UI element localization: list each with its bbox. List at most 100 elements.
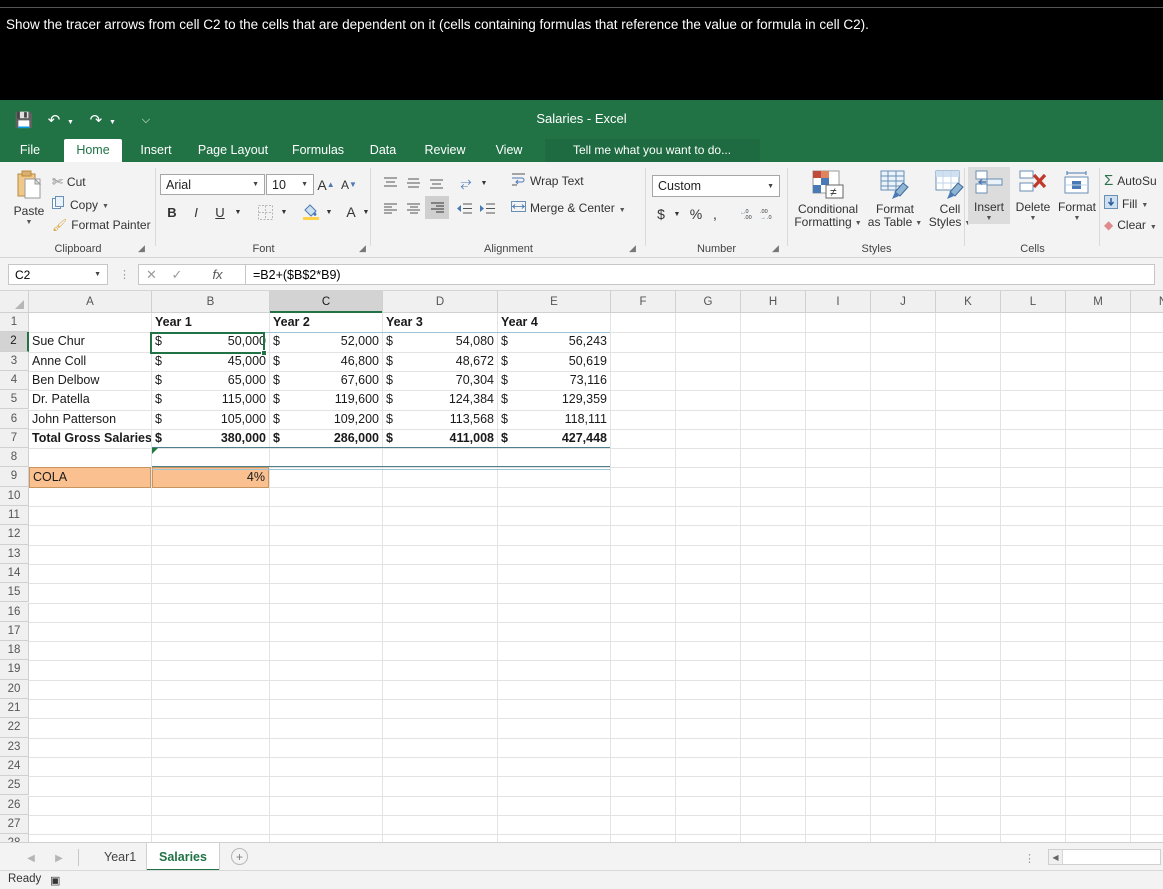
paste-dropdown-icon[interactable]: ▼ [26, 219, 33, 226]
column-header-L[interactable]: L [1001, 291, 1066, 313]
font-name-combo[interactable]: Arial ▼ [160, 174, 265, 195]
tab-insert[interactable]: Insert [130, 139, 182, 162]
cell-C2[interactable]: $52,000 [270, 332, 382, 351]
format-cells-button[interactable]: Format ▼ [1055, 170, 1099, 222]
row-header-15[interactable]: 15 [0, 583, 29, 603]
wrap-text-button[interactable]: Wrap Text [511, 172, 584, 190]
cell-E1[interactable]: Year 4 [498, 313, 610, 332]
fill-color-button[interactable] [300, 200, 322, 222]
cell-A2[interactable]: Sue Chur [29, 332, 151, 351]
shrink-font-button[interactable]: A ▼ [339, 175, 359, 194]
cell-B2[interactable]: $50,000 [152, 332, 269, 351]
column-header-I[interactable]: I [806, 291, 871, 313]
copy-dropdown-icon[interactable]: ▼ [102, 203, 109, 210]
column-header-K[interactable]: K [936, 291, 1001, 313]
cell-E7[interactable]: $427,448 [498, 429, 610, 448]
format-as-table-dropdown-icon[interactable]: ▼ [915, 220, 922, 227]
decrease-indent-button[interactable] [453, 198, 475, 218]
column-header-B[interactable]: B [152, 291, 270, 313]
cell-D6[interactable]: $113,568 [383, 410, 497, 429]
orientation-dropdown-icon[interactable]: ▼ [478, 177, 490, 189]
column-header-E[interactable]: E [498, 291, 611, 313]
row-header-25[interactable]: 25 [0, 776, 29, 796]
comma-format-button[interactable]: , [707, 204, 723, 224]
tab-data[interactable]: Data [360, 139, 406, 162]
cell-E3[interactable]: $50,619 [498, 352, 610, 371]
borders-dropdown-icon[interactable]: ▼ [278, 206, 290, 218]
conditional-formatting-button[interactable]: ≠ Conditional Formatting ▼ [792, 170, 864, 229]
insert-cells-button[interactable]: Insert ▼ [968, 167, 1010, 224]
number-dialog-launcher[interactable]: ◢ [772, 243, 779, 254]
increase-decimal-button[interactable]: ← .0.00 [733, 204, 755, 224]
bold-button[interactable]: B [162, 202, 182, 222]
tab-review[interactable]: Review [414, 139, 476, 162]
column-header-J[interactable]: J [871, 291, 936, 313]
row-header-26[interactable]: 26 [0, 795, 29, 815]
number-format-dropdown-icon[interactable]: ▼ [767, 183, 779, 190]
name-box[interactable]: C2 ▼ [8, 264, 108, 285]
column-header-H[interactable]: H [741, 291, 806, 313]
row-header-23[interactable]: 23 [0, 737, 29, 757]
underline-dropdown-icon[interactable]: ▼ [232, 206, 244, 218]
tell-me-search-box[interactable]: Tell me what you want to do... [545, 139, 760, 162]
select-all-corner[interactable] [0, 291, 29, 313]
number-format-combo[interactable]: Custom ▼ [652, 175, 780, 197]
column-header-A[interactable]: A [29, 291, 152, 313]
column-header-N[interactable]: N [1131, 291, 1163, 313]
cell-B5[interactable]: $115,000 [152, 390, 269, 409]
cell-B4[interactable]: $65,000 [152, 371, 269, 390]
row-header-28[interactable]: 28 [0, 834, 29, 842]
increase-indent-button[interactable] [476, 198, 498, 218]
horizontal-scrollbar[interactable]: ◀ [1048, 849, 1161, 865]
cell-C3[interactable]: $46,800 [270, 352, 382, 371]
row-header-19[interactable]: 19 [0, 660, 29, 680]
cell-E6[interactable]: $118,111 [498, 410, 610, 429]
cell-B6[interactable]: $105,000 [152, 410, 269, 429]
row-header-13[interactable]: 13 [0, 544, 29, 564]
cell-A5[interactable]: Dr. Patella [29, 390, 151, 409]
orientation-icon[interactable]: ⥂ [455, 172, 477, 192]
borders-button[interactable] [254, 202, 276, 222]
row-header-9[interactable]: 9 [0, 467, 29, 487]
name-box-dropdown-icon[interactable]: ▼ [94, 271, 101, 278]
clear-dropdown-icon[interactable]: ▼ [1150, 224, 1157, 231]
insert-cells-dropdown-icon[interactable]: ▼ [986, 215, 993, 222]
tab-home[interactable]: Home [64, 139, 122, 162]
row-header-20[interactable]: 20 [0, 679, 29, 699]
cell-E4[interactable]: $73,116 [498, 371, 610, 390]
cancel-icon[interactable]: ✕ [138, 264, 164, 285]
row-header-4[interactable]: 4 [0, 370, 29, 391]
cell-C5[interactable]: $119,600 [270, 390, 382, 409]
cell-C4[interactable]: $67,600 [270, 371, 382, 390]
scrollbar-handle-dots[interactable]: ⋮ [1024, 852, 1035, 865]
cell-B1[interactable]: Year 1 [152, 313, 269, 332]
enter-icon[interactable]: ✓ [164, 264, 190, 285]
row-header-17[interactable]: 17 [0, 621, 29, 642]
font-size-dropdown-icon[interactable]: ▼ [301, 181, 313, 188]
cell-D2[interactable]: $54,080 [383, 332, 497, 351]
row-header-10[interactable]: 10 [0, 486, 29, 506]
cut-button[interactable]: ✄ Cut [52, 174, 86, 190]
paste-button[interactable]: Paste ▼ [8, 170, 50, 226]
column-header-F[interactable]: F [611, 291, 676, 313]
percent-format-button[interactable]: % [687, 204, 705, 224]
copy-button[interactable]: Copy ▼ [52, 196, 109, 213]
italic-button[interactable]: I [186, 202, 206, 222]
column-header-C[interactable]: C [270, 291, 383, 313]
underline-button[interactable]: U [210, 202, 230, 222]
cell-A4[interactable]: Ben Delbow [29, 371, 151, 390]
align-top-button[interactable] [379, 172, 401, 192]
font-dialog-launcher[interactable]: ◢ [359, 243, 366, 254]
delete-cells-button[interactable]: Delete ▼ [1012, 170, 1054, 222]
column-header-M[interactable]: M [1066, 291, 1131, 313]
autosum-button[interactable]: Σ AutoSu [1104, 172, 1157, 189]
row-header-7[interactable]: 7 [0, 428, 29, 449]
alignment-dialog-launcher[interactable]: ◢ [629, 243, 636, 254]
conditional-formatting-dropdown-icon[interactable]: ▼ [855, 220, 862, 227]
cell-C7[interactable]: $286,000 [270, 429, 382, 448]
cell-D1[interactable]: Year 3 [383, 313, 497, 332]
row-header-27[interactable]: 27 [0, 814, 29, 835]
scroll-left-icon[interactable]: ◀ [1049, 850, 1063, 864]
sheet-tab-salaries[interactable]: Salaries [146, 843, 220, 871]
align-middle-button[interactable] [402, 172, 424, 192]
